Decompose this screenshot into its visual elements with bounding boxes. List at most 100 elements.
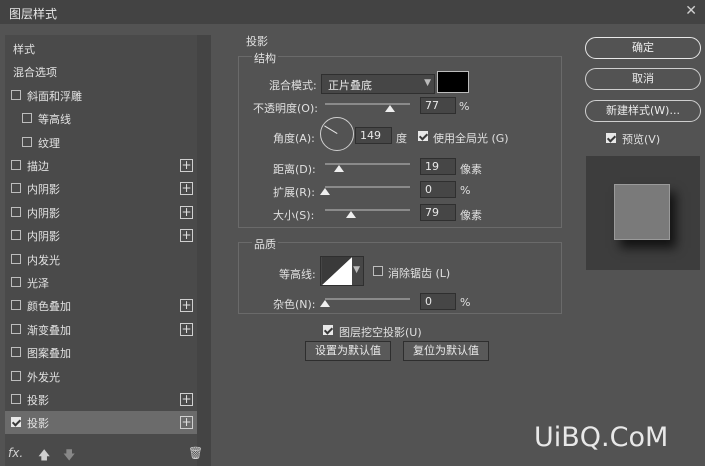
spread-slider-thumb[interactable] bbox=[320, 188, 330, 195]
style-item-checkbox[interactable] bbox=[11, 89, 21, 100]
style-item[interactable]: 纹理 bbox=[5, 131, 197, 154]
style-item[interactable]: 投影 + bbox=[5, 411, 197, 435]
style-item[interactable]: 样式 bbox=[5, 37, 197, 60]
add-effect-icon[interactable]: + bbox=[180, 299, 193, 313]
style-item-checkbox[interactable] bbox=[11, 206, 21, 217]
new-style-button[interactable]: 新建样式(W)... bbox=[585, 100, 701, 122]
angle-unit: 度 bbox=[396, 132, 407, 145]
use-global-light-checkbox[interactable] bbox=[418, 131, 428, 141]
style-item[interactable]: 图案叠加 bbox=[5, 341, 197, 364]
opacity-unit: % bbox=[459, 100, 470, 113]
opacity-slider-track[interactable] bbox=[325, 103, 410, 105]
style-item-checkbox[interactable] bbox=[11, 277, 21, 287]
anti-aliased-label: 消除锯齿 (L) bbox=[388, 267, 451, 280]
spread-slider-track[interactable] bbox=[325, 186, 410, 188]
style-item-checkbox[interactable] bbox=[11, 417, 21, 428]
style-item[interactable]: 颜色叠加 + bbox=[5, 294, 197, 317]
quality-group-title: 品质 bbox=[252, 236, 278, 252]
angle-input[interactable]: 149 bbox=[355, 127, 392, 144]
ok-button[interactable]: 确定 bbox=[585, 37, 701, 59]
style-item-label: 投影 bbox=[27, 394, 49, 407]
style-item[interactable]: 内发光 bbox=[5, 248, 197, 271]
noise-slider-track[interactable] bbox=[325, 298, 410, 300]
style-item-checkbox[interactable] bbox=[11, 394, 21, 404]
trash-icon[interactable]: 🗑 bbox=[188, 446, 203, 460]
style-item-checkbox[interactable] bbox=[11, 347, 21, 358]
style-item-label: 斜面和浮雕 bbox=[27, 89, 82, 103]
style-item-checkbox[interactable] bbox=[11, 370, 21, 381]
knockout-checkbox[interactable] bbox=[323, 325, 333, 335]
angle-dial[interactable] bbox=[320, 117, 354, 151]
size-slider-thumb[interactable] bbox=[345, 211, 356, 218]
chevron-down-icon: ▼ bbox=[424, 78, 431, 88]
cancel-button[interactable]: 取消 bbox=[585, 68, 701, 90]
style-preview bbox=[586, 156, 700, 270]
use-global-light-label: 使用全局光 (G) bbox=[433, 132, 509, 145]
style-item-label: 投影 bbox=[27, 417, 49, 431]
add-effect-icon[interactable]: + bbox=[180, 182, 193, 196]
size-input[interactable]: 79 bbox=[420, 204, 456, 221]
style-item-label: 内阴影 bbox=[27, 183, 60, 197]
spread-unit: % bbox=[460, 184, 471, 197]
noise-input[interactable]: 0 bbox=[420, 293, 456, 310]
size-slider-track[interactable] bbox=[325, 209, 410, 211]
style-item[interactable]: 内阴影 + bbox=[5, 177, 197, 200]
add-effect-icon[interactable]: + bbox=[180, 159, 193, 172]
noise-unit: % bbox=[460, 296, 471, 309]
style-item-label: 混合选项 bbox=[13, 66, 57, 80]
style-item[interactable]: 渐变叠加 + bbox=[5, 318, 197, 341]
style-item-checkbox[interactable] bbox=[11, 253, 21, 264]
shadow-color-swatch[interactable] bbox=[437, 71, 469, 93]
size-label: 大小(S): bbox=[273, 209, 315, 222]
spread-input[interactable]: 0 bbox=[420, 181, 456, 198]
style-item-checkbox[interactable] bbox=[22, 136, 32, 147]
anti-aliased-checkbox[interactable] bbox=[373, 266, 383, 276]
opacity-input[interactable]: 77 bbox=[420, 97, 456, 114]
style-item[interactable]: 内阴影 + bbox=[5, 201, 197, 224]
add-effect-icon[interactable]: + bbox=[180, 416, 193, 430]
style-item-label: 光泽 bbox=[27, 277, 49, 290]
add-effect-icon[interactable]: + bbox=[180, 322, 193, 336]
add-effect-icon[interactable]: + bbox=[180, 393, 193, 406]
move-down-icon[interactable]: 🡇 bbox=[63, 446, 75, 466]
style-item-checkbox[interactable] bbox=[11, 300, 21, 311]
style-item-label: 内阴影 bbox=[27, 230, 60, 244]
contour-picker[interactable]: ▼ bbox=[320, 256, 364, 286]
chevron-down-icon: ▼ bbox=[353, 265, 360, 275]
distance-slider-thumb[interactable] bbox=[334, 165, 345, 172]
preview-checkbox[interactable] bbox=[606, 133, 616, 143]
style-item-label: 描边 bbox=[27, 160, 49, 173]
style-item[interactable]: 光泽 bbox=[5, 271, 197, 294]
opacity-slider-thumb[interactable] bbox=[385, 105, 396, 112]
make-default-button[interactable]: 设置为默认值 bbox=[305, 341, 391, 361]
distance-label: 距离(D): bbox=[273, 163, 316, 176]
window-title: 图层样式 bbox=[9, 7, 58, 21]
style-item[interactable]: 外发光 bbox=[5, 365, 197, 388]
reset-default-button[interactable]: 复位为默认值 bbox=[403, 341, 489, 361]
noise-slider-thumb[interactable] bbox=[320, 300, 330, 307]
style-item[interactable]: 描边 + bbox=[5, 154, 197, 177]
style-item[interactable]: 斜面和浮雕 bbox=[5, 84, 197, 107]
style-item[interactable]: 混合选项 bbox=[5, 60, 197, 83]
style-item[interactable]: 内阴影 + bbox=[5, 224, 197, 247]
fx-icon[interactable]: fx. bbox=[8, 446, 23, 460]
noise-label: 杂色(N): bbox=[273, 298, 316, 311]
style-item-checkbox[interactable] bbox=[11, 230, 21, 241]
style-item-checkbox[interactable] bbox=[11, 323, 21, 334]
styles-list-scrollbar[interactable] bbox=[197, 35, 211, 466]
add-effect-icon[interactable]: + bbox=[180, 205, 193, 219]
style-item-checkbox[interactable] bbox=[22, 113, 32, 124]
add-effect-icon[interactable]: + bbox=[180, 229, 193, 243]
style-item[interactable]: 投影 + bbox=[5, 388, 197, 411]
style-item-checkbox[interactable] bbox=[11, 160, 21, 170]
close-icon[interactable]: ✕ bbox=[685, 3, 697, 19]
style-item-checkbox[interactable] bbox=[11, 183, 21, 194]
style-item-label: 内发光 bbox=[27, 253, 60, 267]
style-item-label: 外发光 bbox=[27, 370, 60, 384]
distance-input[interactable]: 19 bbox=[420, 158, 456, 175]
blend-mode-select[interactable]: 正片叠底 ▼ bbox=[321, 74, 435, 94]
style-item-label: 样式 bbox=[13, 43, 35, 56]
watermark-text: UiBQ.CoM bbox=[534, 422, 669, 453]
move-up-icon[interactable]: 🡅 bbox=[38, 446, 50, 466]
style-item[interactable]: 等高线 bbox=[5, 107, 197, 130]
